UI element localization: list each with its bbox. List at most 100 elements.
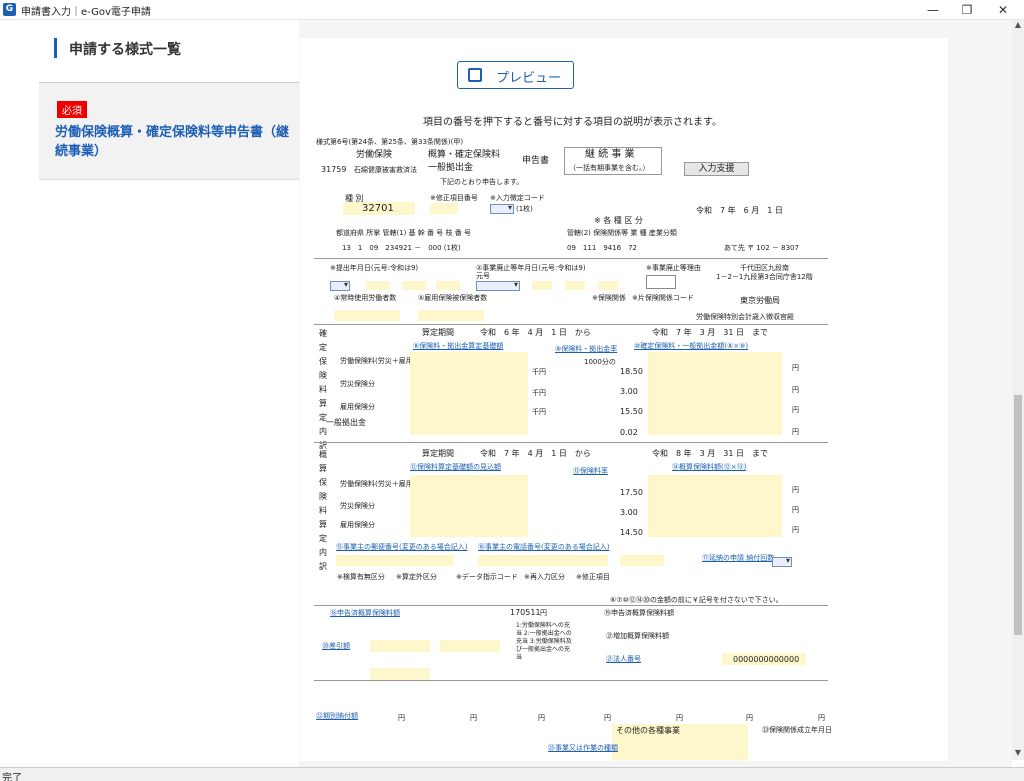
c8-input[interactable]: [410, 352, 528, 435]
pay-yen-3: 円: [538, 714, 545, 722]
refund-note: 1:労働保険料への充当 2:一般拠出金への充当 3:労働保険料及び一般拠出金への…: [516, 622, 572, 661]
period-from: 令和 6 年 4 月 1 日 から: [480, 328, 591, 337]
header-calc: 概算・確定保険料: [428, 150, 501, 160]
c12-input[interactable]: [410, 475, 528, 537]
status-bar: 完了: [0, 767, 1024, 781]
c20-input-2[interactable]: [370, 668, 430, 680]
stop-era-label: 元号: [476, 272, 490, 280]
close-button[interactable]: ✕: [984, 0, 1022, 20]
row-accident: 労災保険分: [340, 380, 375, 388]
scroll-thumb[interactable]: [1014, 395, 1022, 635]
period2-label: 算定期間: [422, 449, 454, 458]
est-rate-2: 3.00: [620, 508, 638, 517]
stop-date-label: ②事業廃止等年月日(元号:令和は9): [476, 264, 586, 272]
phone-input[interactable]: [478, 555, 608, 566]
employ-ins-input[interactable]: [418, 310, 484, 321]
submit-month-input[interactable]: [402, 281, 426, 290]
unit-senen-1: 千円: [532, 368, 546, 376]
unit-senen-2: 千円: [532, 389, 546, 397]
stop-reason-input[interactable]: [646, 275, 676, 289]
report-note: 下記のとおり申告します。: [440, 178, 524, 186]
row-contrib: 一般拠出金: [326, 418, 366, 427]
scrollbar[interactable]: [1012, 20, 1024, 760]
worker-count-input[interactable]: [334, 310, 400, 321]
stop-year-input[interactable]: [532, 281, 552, 290]
classification-label: ※ 各 種 区 分: [594, 216, 643, 225]
delay-label[interactable]: ⑰延納の申請 納付回数: [702, 554, 774, 563]
section-line: [314, 324, 828, 325]
est-date-label: ㉓保険関係成立年月日: [762, 726, 832, 734]
c18-label[interactable]: ⑱申告済概算保険料額: [330, 609, 400, 618]
preview-label: プレビュー: [496, 71, 562, 86]
sidebar-item-form[interactable]: 必須 労働保険概算・確定保険料等申告書（継続事業）: [39, 83, 299, 180]
section-line-3: [314, 605, 828, 606]
delay-select[interactable]: [772, 556, 792, 567]
est-unit-yen-2: 円: [792, 506, 799, 514]
stop-era-select[interactable]: [476, 280, 520, 291]
corp-no-label[interactable]: ㉑法人番号: [606, 655, 641, 664]
submit-day-input[interactable]: [436, 281, 460, 290]
estimate-vlabel: 概算保険料算定内訳: [319, 450, 327, 571]
c20-label[interactable]: ⑳差引額: [322, 642, 350, 651]
input-code-select[interactable]: [490, 203, 514, 214]
scroll-up-icon[interactable]: ▲: [1012, 20, 1024, 32]
est-row-labor: 労働保険料(労災＋雇用): [340, 480, 416, 488]
check-label-5: ※修正項目: [576, 573, 610, 581]
pay-yen-6: 円: [746, 714, 753, 722]
c14-input[interactable]: [648, 475, 782, 537]
minimize-button[interactable]: —: [914, 0, 952, 20]
phone-label[interactable]: ⑯事業主の電話番号(変更のある場合記入): [478, 543, 609, 552]
app-icon: G: [3, 3, 16, 16]
postal-label[interactable]: ⑮事業主の郵便番号(変更のある場合記入): [336, 543, 467, 552]
c10-input[interactable]: [648, 352, 782, 435]
confirmed-vlabel: 確定保険料算定内訳: [319, 329, 327, 450]
postal-input[interactable]: [336, 555, 454, 566]
rate-4: 0.02: [620, 428, 638, 437]
relation-label: ※保険関係: [592, 294, 626, 302]
stop-month-input[interactable]: [565, 281, 585, 290]
est-rate-1: 17.50: [620, 488, 643, 497]
form-name-link[interactable]: 労働保険概算・確定保険料等申告書（継続事業）: [55, 123, 295, 161]
section-line-2: [314, 442, 828, 443]
maximize-button[interactable]: ❐: [948, 0, 986, 20]
check-label-3: ※データ指示コード: [456, 573, 518, 581]
dest-office: 東京労働局: [740, 296, 780, 305]
input-code-label: ※入力徴定コード: [490, 194, 545, 202]
c20-input-1[interactable]: [370, 640, 430, 652]
pay-yen-5: 円: [676, 714, 683, 722]
c10-label[interactable]: ⑩確定保険料・一般拠出金額(⑧×⑨): [634, 342, 748, 351]
stop-day-input[interactable]: [598, 281, 618, 290]
class-labels: 管轄(2) 保険関係等 業 種 産業分類: [567, 229, 677, 237]
header-labor-ins: 労働保険: [356, 150, 393, 160]
est-rate-3: 14.50: [620, 528, 643, 537]
row-labor: 労働保険料(労災＋雇用): [340, 357, 416, 365]
c13-label[interactable]: ⑬保険料率: [573, 467, 608, 476]
biz-kind-label[interactable]: ㉕事業又は作業の種類: [548, 744, 618, 753]
dest-addr1: 千代田区九段南: [740, 264, 789, 272]
check-label-2: ※算定外区分: [396, 573, 437, 581]
pay-label[interactable]: ㉒期別納付額: [316, 712, 358, 721]
c20-input-3[interactable]: [440, 640, 500, 652]
dest-dept: 労働保険特別会計歳入徴収官殿: [696, 313, 794, 321]
scroll-down-icon[interactable]: ▼: [1012, 748, 1024, 760]
c8-label[interactable]: ⑧保険料・拠出金算定基礎額: [413, 342, 503, 351]
form-code: 31759: [321, 165, 347, 174]
section-line-4: [314, 680, 828, 681]
pay-yen-4: 円: [604, 714, 611, 722]
submit-era-select[interactable]: [330, 280, 350, 291]
status-text: 完了: [2, 773, 22, 781]
submit-year-input[interactable]: [366, 281, 390, 290]
preview-button[interactable]: プレビュー: [457, 61, 574, 89]
c14-label[interactable]: ⑭概算保険料額(⑫×⑬): [672, 463, 746, 472]
revise-input[interactable]: [430, 203, 458, 214]
c12-label[interactable]: ⑫保険料算定基礎額の見込額: [410, 463, 501, 472]
input-support-button[interactable]: 入力支援: [684, 162, 749, 176]
kind-value: 32701: [362, 203, 394, 214]
est-unit-yen-3: 円: [792, 526, 799, 534]
rate-1: 18.50: [620, 367, 643, 376]
phone-input-2[interactable]: [620, 555, 664, 566]
c9-label[interactable]: ⑨保険料・拠出金率: [555, 345, 617, 354]
rate-3: 15.50: [620, 407, 643, 416]
biz-type: 継 続 事 業: [585, 149, 635, 160]
employ-ins-label: ⑤雇用保険被保険者数: [418, 294, 488, 302]
